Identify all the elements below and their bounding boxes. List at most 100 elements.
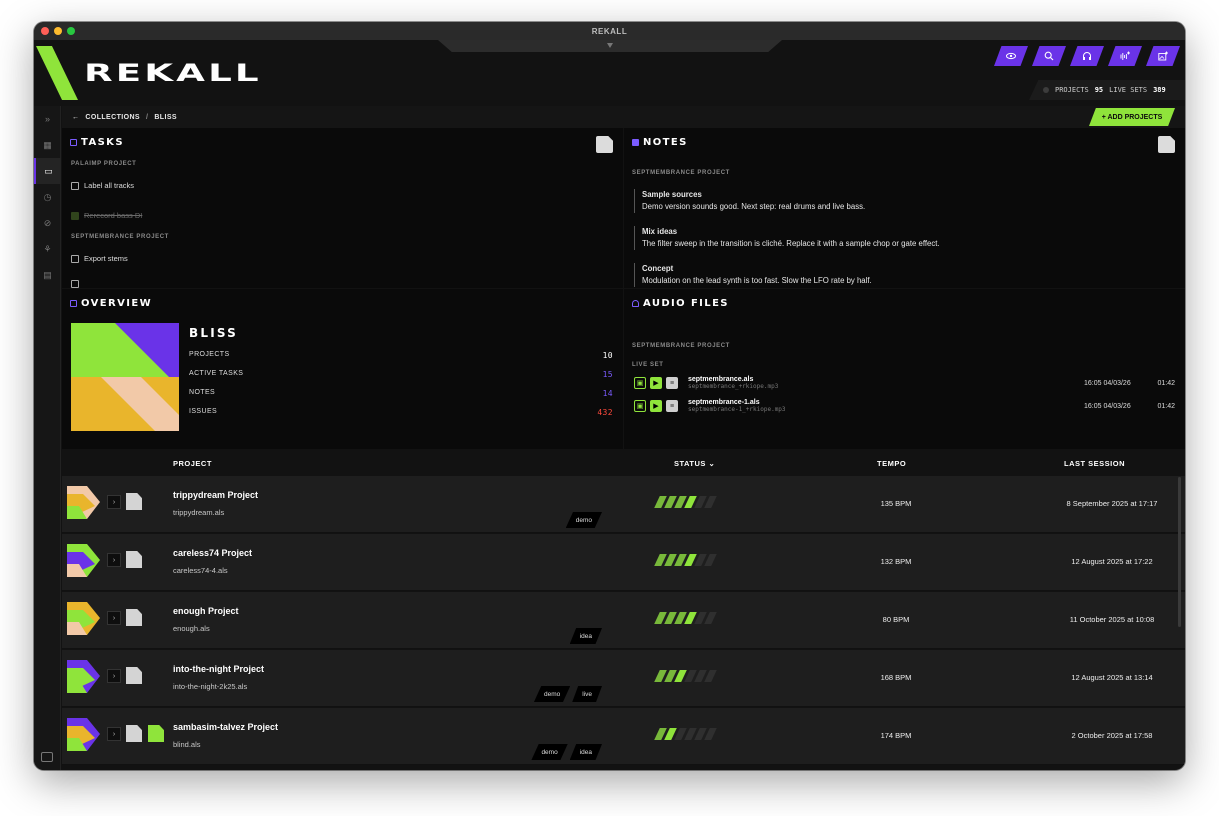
- project-tags: idea: [569, 628, 602, 644]
- expand-row-button[interactable]: ›: [107, 611, 121, 625]
- checkbox-icon: [70, 139, 77, 146]
- search-button[interactable]: [1032, 46, 1066, 66]
- chevron-down-icon: ⌄: [708, 459, 716, 468]
- task-item[interactable]: Rerecord bass DI: [71, 211, 142, 220]
- status-progress[interactable]: [654, 612, 717, 624]
- chevron-right-icon: ›: [112, 614, 116, 622]
- task-item[interactable]: [71, 280, 79, 288]
- expand-row-button[interactable]: ›: [107, 727, 121, 741]
- task-checkbox-checked[interactable]: [71, 211, 79, 220]
- close-window-button[interactable]: [41, 27, 49, 35]
- project-name[interactable]: careless74 Project: [173, 548, 252, 558]
- table-row[interactable]: › trippydream Project trippydream.als demo 1…: [62, 476, 1185, 533]
- add-note-button[interactable]: [1158, 136, 1175, 153]
- note-item[interactable]: Mix ideas The filter sweep in the transi…: [634, 226, 1174, 250]
- sidebar-item-history[interactable]: ◷: [34, 184, 61, 210]
- header-actions: [994, 46, 1180, 66]
- open-file-button[interactable]: [126, 493, 142, 510]
- note-body: Modulation on the lead synth is too fast…: [642, 276, 872, 285]
- table-row[interactable]: › into-the-night Project into-the-night-2k…: [62, 650, 1185, 707]
- tag-badge[interactable]: demo: [565, 512, 602, 528]
- table-row[interactable]: › enough Project enough.als idea 80 BPM 11 Oc…: [62, 592, 1185, 649]
- tag-badge[interactable]: live: [572, 686, 602, 702]
- add-task-button[interactable]: [596, 136, 613, 153]
- open-file-button[interactable]: [126, 551, 142, 568]
- table-row[interactable]: › careless74 Project careless74-4.als 132 B…: [62, 534, 1185, 591]
- add-audio-button[interactable]: [1108, 46, 1142, 66]
- project-name[interactable]: trippydream Project: [173, 490, 258, 500]
- overview-title-text: OVERVIEW: [81, 298, 153, 309]
- project-thumbnail: [67, 660, 100, 693]
- expand-row-button[interactable]: ›: [107, 495, 121, 509]
- back-arrow-icon[interactable]: ←: [72, 114, 79, 121]
- task-group-title: SEPTMEMBRANCE PROJECT: [71, 234, 169, 240]
- status-progress[interactable]: [654, 670, 717, 682]
- column-header-last-session[interactable]: LAST SESSION: [1064, 459, 1125, 468]
- task-item[interactable]: Label all tracks: [71, 181, 134, 190]
- waveform-add-icon: [1120, 51, 1130, 60]
- audio-file-row[interactable]: ▣ ▶ ≡ septmembrance-1.als septmembrance-…: [634, 399, 1175, 413]
- sidebar-item-calculator[interactable]: ▤: [34, 262, 61, 288]
- tag-badge[interactable]: idea: [569, 628, 602, 644]
- note-item[interactable]: Concept Modulation on the lead synth is …: [634, 263, 1174, 287]
- open-file-button[interactable]: [126, 609, 142, 626]
- open-file-button[interactable]: [126, 667, 142, 684]
- sidebar-item-links[interactable]: ⊘: [34, 210, 61, 236]
- sidebar-item-dashboard[interactable]: ▦: [34, 132, 61, 158]
- audio-files-title-text: AUDIO FILES: [643, 298, 729, 309]
- open-file-button[interactable]: [126, 725, 142, 742]
- clock-icon: ◷: [43, 191, 52, 202]
- tag-badge[interactable]: demo: [533, 686, 571, 702]
- eye-button[interactable]: [994, 46, 1028, 66]
- expand-sidebar-button[interactable]: »: [34, 106, 61, 132]
- overview-stat-projects: PROJECTS 10: [189, 351, 613, 360]
- calculator-icon: ▤: [43, 269, 52, 280]
- device-icon[interactable]: [41, 752, 53, 762]
- breadcrumb-collections[interactable]: COLLECTIONS: [85, 114, 140, 121]
- task-checkbox[interactable]: [71, 254, 79, 263]
- note-body: The filter sweep in the transition is cl…: [642, 239, 940, 248]
- project-name[interactable]: into-the-night Project: [173, 664, 264, 674]
- status-progress[interactable]: [654, 728, 717, 740]
- sidebar-item-collections[interactable]: ▭: [34, 158, 61, 184]
- add-projects-button[interactable]: + ADD PROJECTS: [1089, 108, 1175, 126]
- file-icon[interactable]: ≡: [666, 400, 678, 412]
- headphones-button[interactable]: [1070, 46, 1104, 66]
- zoom-window-button[interactable]: [67, 27, 75, 35]
- table-scrollbar[interactable]: [1178, 477, 1181, 627]
- task-checkbox[interactable]: [71, 280, 79, 288]
- play-button[interactable]: ▶: [650, 400, 662, 412]
- column-header-status[interactable]: STATUS ⌄: [674, 459, 715, 468]
- column-header-project[interactable]: PROJECT: [173, 459, 212, 468]
- overview-stat-tasks: ACTIVE TASKS 15: [189, 370, 613, 379]
- window-title: REKALL: [591, 26, 628, 36]
- status-progress[interactable]: [654, 496, 717, 508]
- breadcrumb-current: BLISS: [154, 113, 177, 121]
- project-name[interactable]: enough Project: [173, 606, 239, 616]
- expand-row-button[interactable]: ›: [107, 669, 121, 683]
- project-tempo: 80 BPM: [882, 615, 910, 624]
- tag-badge[interactable]: demo: [531, 744, 568, 760]
- file-icon[interactable]: ≡: [666, 377, 678, 389]
- project-name[interactable]: sambasim-talvez Project: [173, 722, 278, 732]
- minimize-window-button[interactable]: [54, 27, 62, 35]
- play-button[interactable]: ▶: [650, 377, 662, 389]
- overview-stat-notes: NOTES 14: [189, 389, 613, 398]
- title-bar: REKALL: [34, 22, 1185, 40]
- sidebar-item-plugins[interactable]: ⚘: [34, 236, 61, 262]
- tag-badge[interactable]: idea: [569, 744, 602, 760]
- column-header-tempo[interactable]: TEMPO: [877, 459, 906, 468]
- status-step: [704, 554, 717, 566]
- audio-file-row[interactable]: ▣ ▶ ≡ septmembrance.als septmembrance_+r…: [634, 376, 1175, 390]
- add-image-button[interactable]: [1146, 46, 1180, 66]
- task-item[interactable]: Export stems: [71, 254, 128, 263]
- task-checkbox[interactable]: [71, 181, 79, 190]
- live-set-icon[interactable]: ▣: [634, 377, 646, 389]
- audio-files-panel: AUDIO FILES SEPTMEMBRANCE PROJECT LIVE S…: [624, 289, 1185, 449]
- table-row[interactable]: › sambasim-talvez Project blind.als demo ide…: [62, 708, 1185, 765]
- open-audio-button[interactable]: [148, 725, 164, 742]
- live-set-icon[interactable]: ▣: [634, 400, 646, 412]
- expand-row-button[interactable]: ›: [107, 553, 121, 567]
- status-progress[interactable]: [654, 554, 717, 566]
- note-item[interactable]: Sample sources Demo version sounds good.…: [634, 189, 1174, 213]
